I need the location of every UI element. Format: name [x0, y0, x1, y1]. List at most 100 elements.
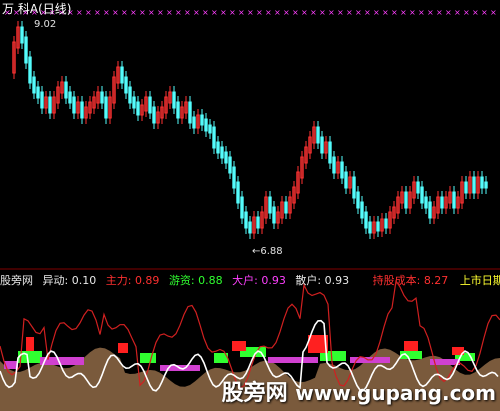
- low-price-label: ←6.88: [252, 246, 283, 257]
- candle-body: [232, 166, 236, 189]
- dot-marker: ×: [382, 8, 389, 17]
- dot-marker: ×: [274, 8, 281, 17]
- candle-body: [172, 91, 176, 109]
- dot-marker: ×: [400, 8, 407, 17]
- candle-body: [424, 196, 428, 209]
- candle-body: [352, 176, 356, 199]
- candle-body: [428, 201, 432, 219]
- dot-marker: ×: [427, 8, 434, 17]
- dot-marker: ×: [94, 8, 101, 17]
- candle-body: [176, 101, 180, 119]
- candle-body: [248, 221, 252, 234]
- candle-body: [188, 101, 192, 124]
- dot-marker: ×: [445, 8, 452, 17]
- candle-body: [120, 66, 124, 84]
- candle-body: [104, 96, 108, 119]
- candles: [12, 21, 488, 239]
- youzi-bar: [140, 353, 156, 363]
- candlestick-chart[interactable]: × × × × × × × × × × × × × × × × × × × × × × × × × × × × × × × × × × × × × × × ×…: [0, 0, 500, 271]
- candle-body: [72, 96, 76, 114]
- candle-body: [48, 96, 52, 114]
- dot-marker: ×: [373, 8, 380, 17]
- candle-body: [360, 201, 364, 219]
- candle-body: [152, 106, 156, 124]
- candle-body: [328, 141, 332, 164]
- dot-marker: ×: [220, 8, 227, 17]
- candle-body: [200, 114, 204, 126]
- candle-body: [320, 136, 324, 154]
- dot-marker: ×: [202, 8, 209, 17]
- dot-marker: ×: [472, 8, 479, 17]
- candle-body: [256, 216, 260, 229]
- dot-marker: ×: [76, 8, 83, 17]
- candle-body: [420, 186, 424, 204]
- dot-marker: ×: [193, 8, 200, 17]
- candle-body: [236, 181, 240, 204]
- dot-marker: ×: [310, 8, 317, 17]
- dot-marker: ×: [166, 8, 173, 17]
- dot-marker: ×: [130, 8, 137, 17]
- dot-marker: ×: [355, 8, 362, 17]
- candle-body: [36, 86, 40, 99]
- candle-body: [344, 171, 348, 189]
- dot-marker: ×: [418, 8, 425, 17]
- zhuli-bar: [118, 343, 128, 353]
- title-prefix: 万: [2, 2, 15, 16]
- dot-marker: ×: [436, 8, 443, 17]
- dot-marker: ×: [301, 8, 308, 17]
- candle-body: [40, 91, 44, 109]
- dot-marker: ×: [211, 8, 218, 17]
- candle-body: [224, 151, 228, 164]
- candle-body: [440, 196, 444, 209]
- dahu-bar: [268, 357, 318, 363]
- candle-body: [268, 196, 272, 214]
- dot-marker: ×: [112, 8, 119, 17]
- dot-marker: ×: [139, 8, 146, 17]
- dot-marker: ×: [364, 8, 371, 17]
- dot-marker: ×: [256, 8, 263, 17]
- dot-marker: ×: [157, 8, 164, 17]
- candle-body: [452, 191, 456, 209]
- candle-body: [208, 124, 212, 134]
- candle-body: [472, 176, 476, 194]
- dot-marker: ×: [265, 8, 272, 17]
- candle-body: [228, 156, 232, 174]
- candle-body: [220, 146, 224, 159]
- candle-body: [464, 181, 468, 194]
- candle-body: [124, 76, 128, 94]
- zhuli-bar: [26, 337, 34, 351]
- candle-body: [136, 101, 140, 116]
- dot-marker: ×: [175, 8, 182, 17]
- dot-marker: ×: [409, 8, 416, 17]
- dot-marker: ×: [319, 8, 326, 17]
- candle-body: [68, 91, 72, 104]
- candle-body: [28, 56, 32, 84]
- candle-body: [404, 191, 408, 209]
- dot-marker: ×: [490, 8, 497, 17]
- watermark: 股旁网 www.gupang.com: [222, 375, 496, 407]
- dot-marker: ×: [328, 8, 335, 17]
- candle-body: [212, 126, 216, 149]
- candle-body: [340, 161, 344, 179]
- candle-body: [356, 191, 360, 209]
- candle-body: [204, 118, 208, 132]
- candle-body: [284, 201, 288, 214]
- dot-marker: ×: [454, 8, 461, 17]
- candle-body: [20, 26, 24, 44]
- candle-body: [132, 96, 136, 109]
- stock-name: 科A: [17, 2, 39, 16]
- candle-body: [384, 218, 388, 229]
- candle-body: [64, 81, 68, 99]
- chart-title: 万 科A(日线): [2, 0, 71, 17]
- dot-marker: ×: [247, 8, 254, 17]
- candle-body: [272, 206, 276, 224]
- dot-marker: ×: [121, 8, 128, 17]
- candle-body: [32, 76, 36, 94]
- dot-marker: ×: [463, 8, 470, 17]
- candle-body: [368, 221, 372, 234]
- high-price-label: 9.02: [34, 19, 57, 30]
- dot-marker: ×: [292, 8, 299, 17]
- candle-body: [128, 86, 132, 104]
- dot-marker: ×: [85, 8, 92, 17]
- top-dot-markers: × × × × × × × × × × × × × × × × × × × × × × × × × × × × × × × × × × × × × × × ×…: [4, 8, 500, 17]
